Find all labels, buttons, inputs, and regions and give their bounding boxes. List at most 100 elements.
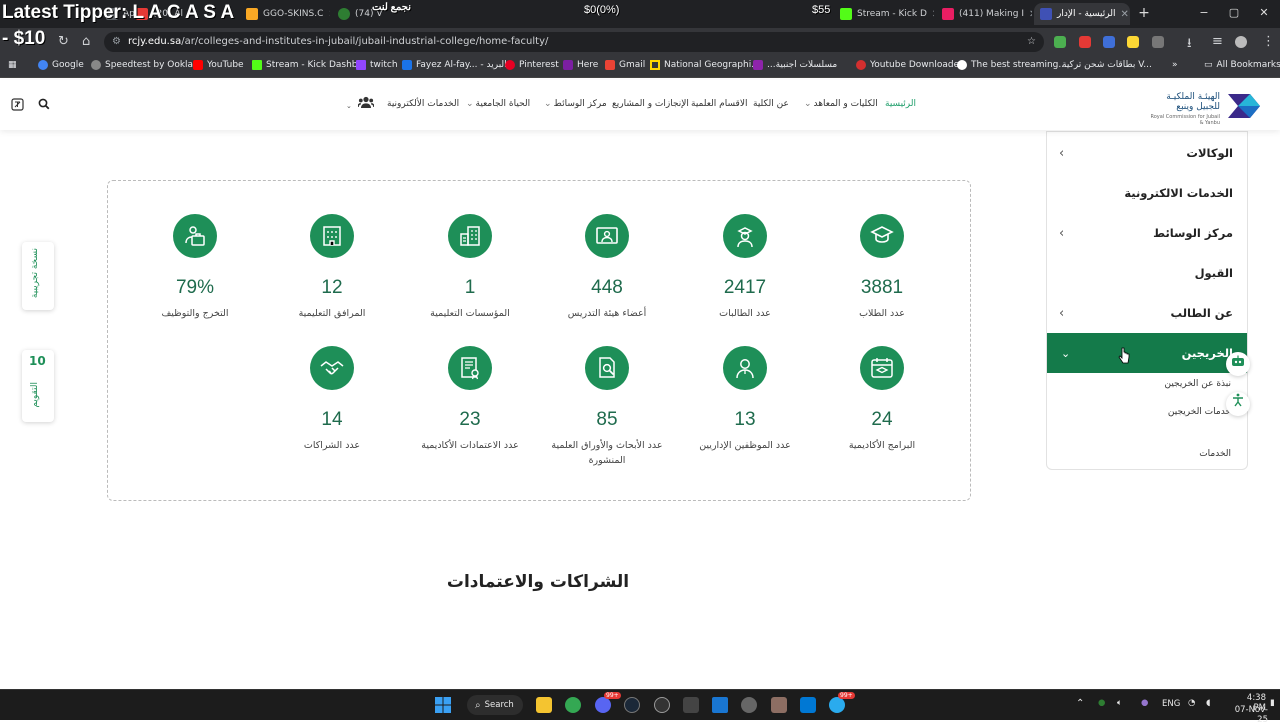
mouse-cursor-icon xyxy=(1118,347,1130,364)
bookmark-speedtest[interactable]: Speedtest by Ookla... xyxy=(91,60,202,70)
tray-app-icon[interactable]: ● xyxy=(1098,698,1105,708)
accessibility-icon[interactable] xyxy=(1226,392,1250,416)
sidebar-item-admission[interactable]: القبول xyxy=(1047,253,1247,293)
bookmark-youtube[interactable]: YouTube xyxy=(193,60,244,70)
vpn-icon[interactable] xyxy=(712,697,728,713)
all-bookmarks[interactable]: ▭ All Bookmarks xyxy=(1204,60,1280,70)
chatbot-icon[interactable] xyxy=(1226,352,1250,376)
minimize-icon[interactable]: − xyxy=(1194,6,1214,19)
notifications-icon[interactable]: ▮ xyxy=(1270,698,1275,708)
tray-chevron-up-icon[interactable]: ⌃ xyxy=(1076,698,1084,709)
bookmark-mail[interactable]: Fayez Al-fay... - البريد xyxy=(402,60,507,70)
search-icon[interactable] xyxy=(38,98,50,113)
taskbar-search[interactable]: ⌕ Search xyxy=(467,695,523,715)
download-icon[interactable]: ⭳ xyxy=(1187,34,1192,56)
bookmark-twitch[interactable]: twitch xyxy=(356,60,398,70)
home-icon[interactable]: ⌂ xyxy=(82,34,90,49)
media-controls-icon[interactable]: ≡ xyxy=(1212,34,1223,49)
stat-research: 85 عدد الأبحاث والأوراق العلمية المنشورة xyxy=(547,332,667,482)
sound-icon[interactable]: ◖ xyxy=(1206,698,1210,708)
bookmark-star-icon[interactable]: ☆ xyxy=(1027,32,1036,52)
extension-icon[interactable] xyxy=(1079,36,1091,48)
sidebar-item-graduates[interactable]: ⌄ الخريجين xyxy=(1047,333,1247,373)
apps-grid-icon[interactable]: ▦ xyxy=(8,60,17,70)
sidebar-item-about-student[interactable]: ‹ عن الطالب xyxy=(1047,293,1247,333)
users-menu-icon[interactable]: ⌄ xyxy=(346,96,375,111)
sidebar-item-services[interactable]: الخدمات xyxy=(1199,449,1231,459)
bookmark-natgeo[interactable]: National Geographi... xyxy=(650,60,760,70)
close-window-icon[interactable]: ✕ xyxy=(1254,6,1274,19)
tab-close-icon[interactable]: ✕ xyxy=(932,9,934,20)
nav-departments[interactable]: الاقسام العلمية xyxy=(691,99,747,109)
windows-start-icon[interactable] xyxy=(435,697,451,713)
tab-close-icon[interactable]: ✕ xyxy=(1029,9,1032,20)
language-indicator[interactable]: ENG xyxy=(1162,699,1180,709)
bookmark-gmail[interactable]: Gmail xyxy=(605,60,645,70)
nav-media-center[interactable]: ⌄ مركز الوسائط xyxy=(544,99,607,109)
bookmark-cards[interactable]: بطاقات شحن تركية V... xyxy=(1062,60,1152,70)
rcjy-logo[interactable]: الهيئـة الملكيـة للجبيل وينبع Royal Comm… xyxy=(1150,90,1266,126)
discord-icon[interactable] xyxy=(595,697,611,713)
trial-version-tab[interactable]: نسخة تجريبية xyxy=(22,242,54,310)
browser-tab-active[interactable]: الرئيسية - الإدار ✕ xyxy=(1034,3,1130,25)
chrome-icon[interactable] xyxy=(565,697,581,713)
network-icon[interactable]: ◔ xyxy=(1188,698,1195,708)
extensions-puzzle-icon[interactable] xyxy=(1152,36,1164,48)
app-icon[interactable] xyxy=(683,697,699,713)
nav-home[interactable]: الرئيسية xyxy=(885,99,916,109)
sidebar-item-agencies[interactable]: ‹ الوكالات xyxy=(1047,133,1247,173)
browser-tab[interactable]: (411) Making I ✕ xyxy=(936,3,1032,25)
tab-close-icon[interactable]: ✕ xyxy=(328,9,330,20)
bookmark-streaming[interactable]: The best streaming... xyxy=(957,60,1067,70)
obs-icon[interactable] xyxy=(654,697,670,713)
telegram-icon[interactable] xyxy=(829,697,845,713)
more-bookmarks-icon[interactable]: » xyxy=(1172,60,1178,70)
stat-value: 24 xyxy=(871,409,893,430)
profile-avatar-icon[interactable] xyxy=(1235,36,1247,48)
bookmark-kick[interactable]: Stream - Kick Dashb... xyxy=(252,60,366,70)
nav-university-life[interactable]: ⌄ الحياة الجامعية xyxy=(466,99,530,109)
browser-menu-icon[interactable]: ⋮ xyxy=(1262,34,1275,49)
sidebar-subitem-graduate-services[interactable]: خدمات الخريجين xyxy=(1168,407,1231,417)
extension-icon[interactable] xyxy=(1054,36,1066,48)
search-icon: ⌕ xyxy=(475,699,481,711)
maximize-icon[interactable]: ▢ xyxy=(1224,6,1244,19)
nav-eservices[interactable]: الخدمات الألكترونية xyxy=(387,99,459,109)
settings-icon[interactable] xyxy=(741,697,757,713)
nav-achievements[interactable]: الإنجازات و المشاريع xyxy=(612,99,689,109)
new-tab-icon[interactable]: + xyxy=(1134,5,1154,21)
bookmark-series[interactable]: ...مسلسلات اجنبية xyxy=(753,60,837,70)
nav-about-college[interactable]: عن الكلية xyxy=(753,99,789,109)
app-icon[interactable] xyxy=(771,697,787,713)
browser-tab[interactable]: Stream - Kick D ✕ xyxy=(834,3,934,25)
tab-close-icon[interactable]: ✕ xyxy=(1120,9,1128,20)
sidebar-item-media-center[interactable]: ‹ مركز الوسائط xyxy=(1047,213,1247,253)
volume-icon[interactable]: 🔈︎ xyxy=(1117,698,1122,708)
stream-overlay-amount: - $10 xyxy=(2,28,46,49)
nav-colleges[interactable]: ⌄ الكليات و المعاهد xyxy=(804,99,878,109)
bookmark-google[interactable]: Google xyxy=(38,60,84,70)
calendar-tab[interactable]: 10 التقويم xyxy=(22,350,54,422)
bookmark-here[interactable]: Here xyxy=(563,60,598,70)
extension-icon[interactable] xyxy=(1127,36,1139,48)
stream-overlay-tipper: Latest Tipper: L A C A S A xyxy=(2,2,235,23)
reload-icon[interactable]: ↻ xyxy=(58,34,69,49)
bookmark-pinterest[interactable]: Pinterest xyxy=(505,60,559,70)
file-explorer-icon[interactable] xyxy=(536,697,552,713)
accreditation-icon xyxy=(448,346,492,390)
sidebar-subitem-about-graduates[interactable]: نبذة عن الخريجين xyxy=(1164,379,1231,389)
microphone-icon[interactable]: ● xyxy=(1141,698,1148,708)
kick-icon xyxy=(252,60,262,70)
url-field[interactable]: ⚙ rcjy.edu.sa/ar/colleges-and-institutes… xyxy=(104,32,1044,52)
clock-date[interactable]: 07-Nov-25 xyxy=(1228,705,1268,725)
app-icon[interactable] xyxy=(800,697,816,713)
steam-icon[interactable] xyxy=(624,697,640,713)
browser-tab[interactable]: GGO-SKINS.C ✕ xyxy=(240,3,330,25)
stat-employment: 79% التخرج والتوظيف xyxy=(135,200,255,330)
translate-icon[interactable] xyxy=(11,98,24,114)
bookmark-youtube-downloader[interactable]: Youtube Downloader xyxy=(856,60,963,70)
extension-icon[interactable] xyxy=(1103,36,1115,48)
tab-label: Stream - Kick D xyxy=(857,9,927,19)
site-info-icon[interactable]: ⚙ xyxy=(112,32,121,52)
sidebar-item-eservices[interactable]: الخدمات الالكترونية xyxy=(1047,173,1247,213)
